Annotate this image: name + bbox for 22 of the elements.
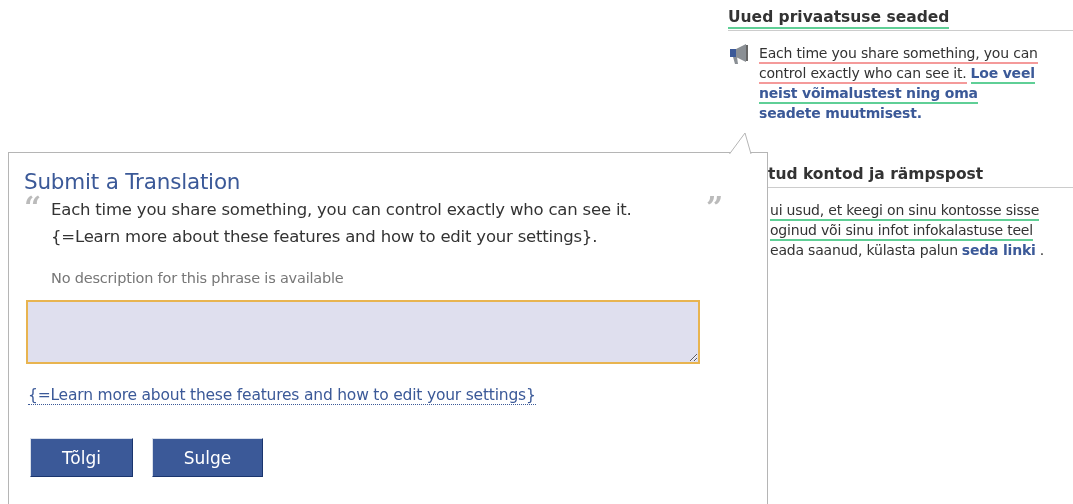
section-heading: Uued privaatsuse seaded (728, 8, 950, 29)
body-text: ui usud, et keegi on sinu kontosse sisse (770, 202, 1040, 221)
phrase-text: Each time you share something, you can control exactly who can see it. (51, 199, 633, 221)
section-heading: tud kontod ja rämpspost (768, 165, 984, 185)
body-text: . (1039, 242, 1044, 260)
translate-button[interactable]: Tõlgi (30, 438, 133, 477)
phrase-text: {=Learn more about these features and how to edit your settings}. (51, 226, 599, 248)
body-text: oginud või sinu infot infokalastuse teel (770, 222, 1033, 241)
close-quote: ” (706, 196, 725, 220)
description-text: No description for this phrase is available (51, 270, 345, 286)
body-text: Each time you share something, you can (759, 45, 1038, 64)
body-text: control exactly who can see it. (759, 65, 967, 84)
dialog-title: Submit a Translation (24, 169, 242, 194)
text-link[interactable]: Loe veel (970, 65, 1035, 84)
translation-input[interactable] (26, 300, 700, 364)
learn-more-link[interactable]: {=Learn more about these features and how to edit your settings} (28, 386, 536, 405)
text-link[interactable]: neist võimalustest ning oma (759, 85, 978, 104)
body-text: eada saanud, külasta palun (770, 242, 958, 260)
text-link[interactable]: seadete muutmisest. (759, 105, 922, 124)
close-button[interactable]: Sulge (152, 438, 263, 477)
open-quote: “ (24, 196, 43, 220)
text-link[interactable]: seda linki (961, 242, 1036, 261)
